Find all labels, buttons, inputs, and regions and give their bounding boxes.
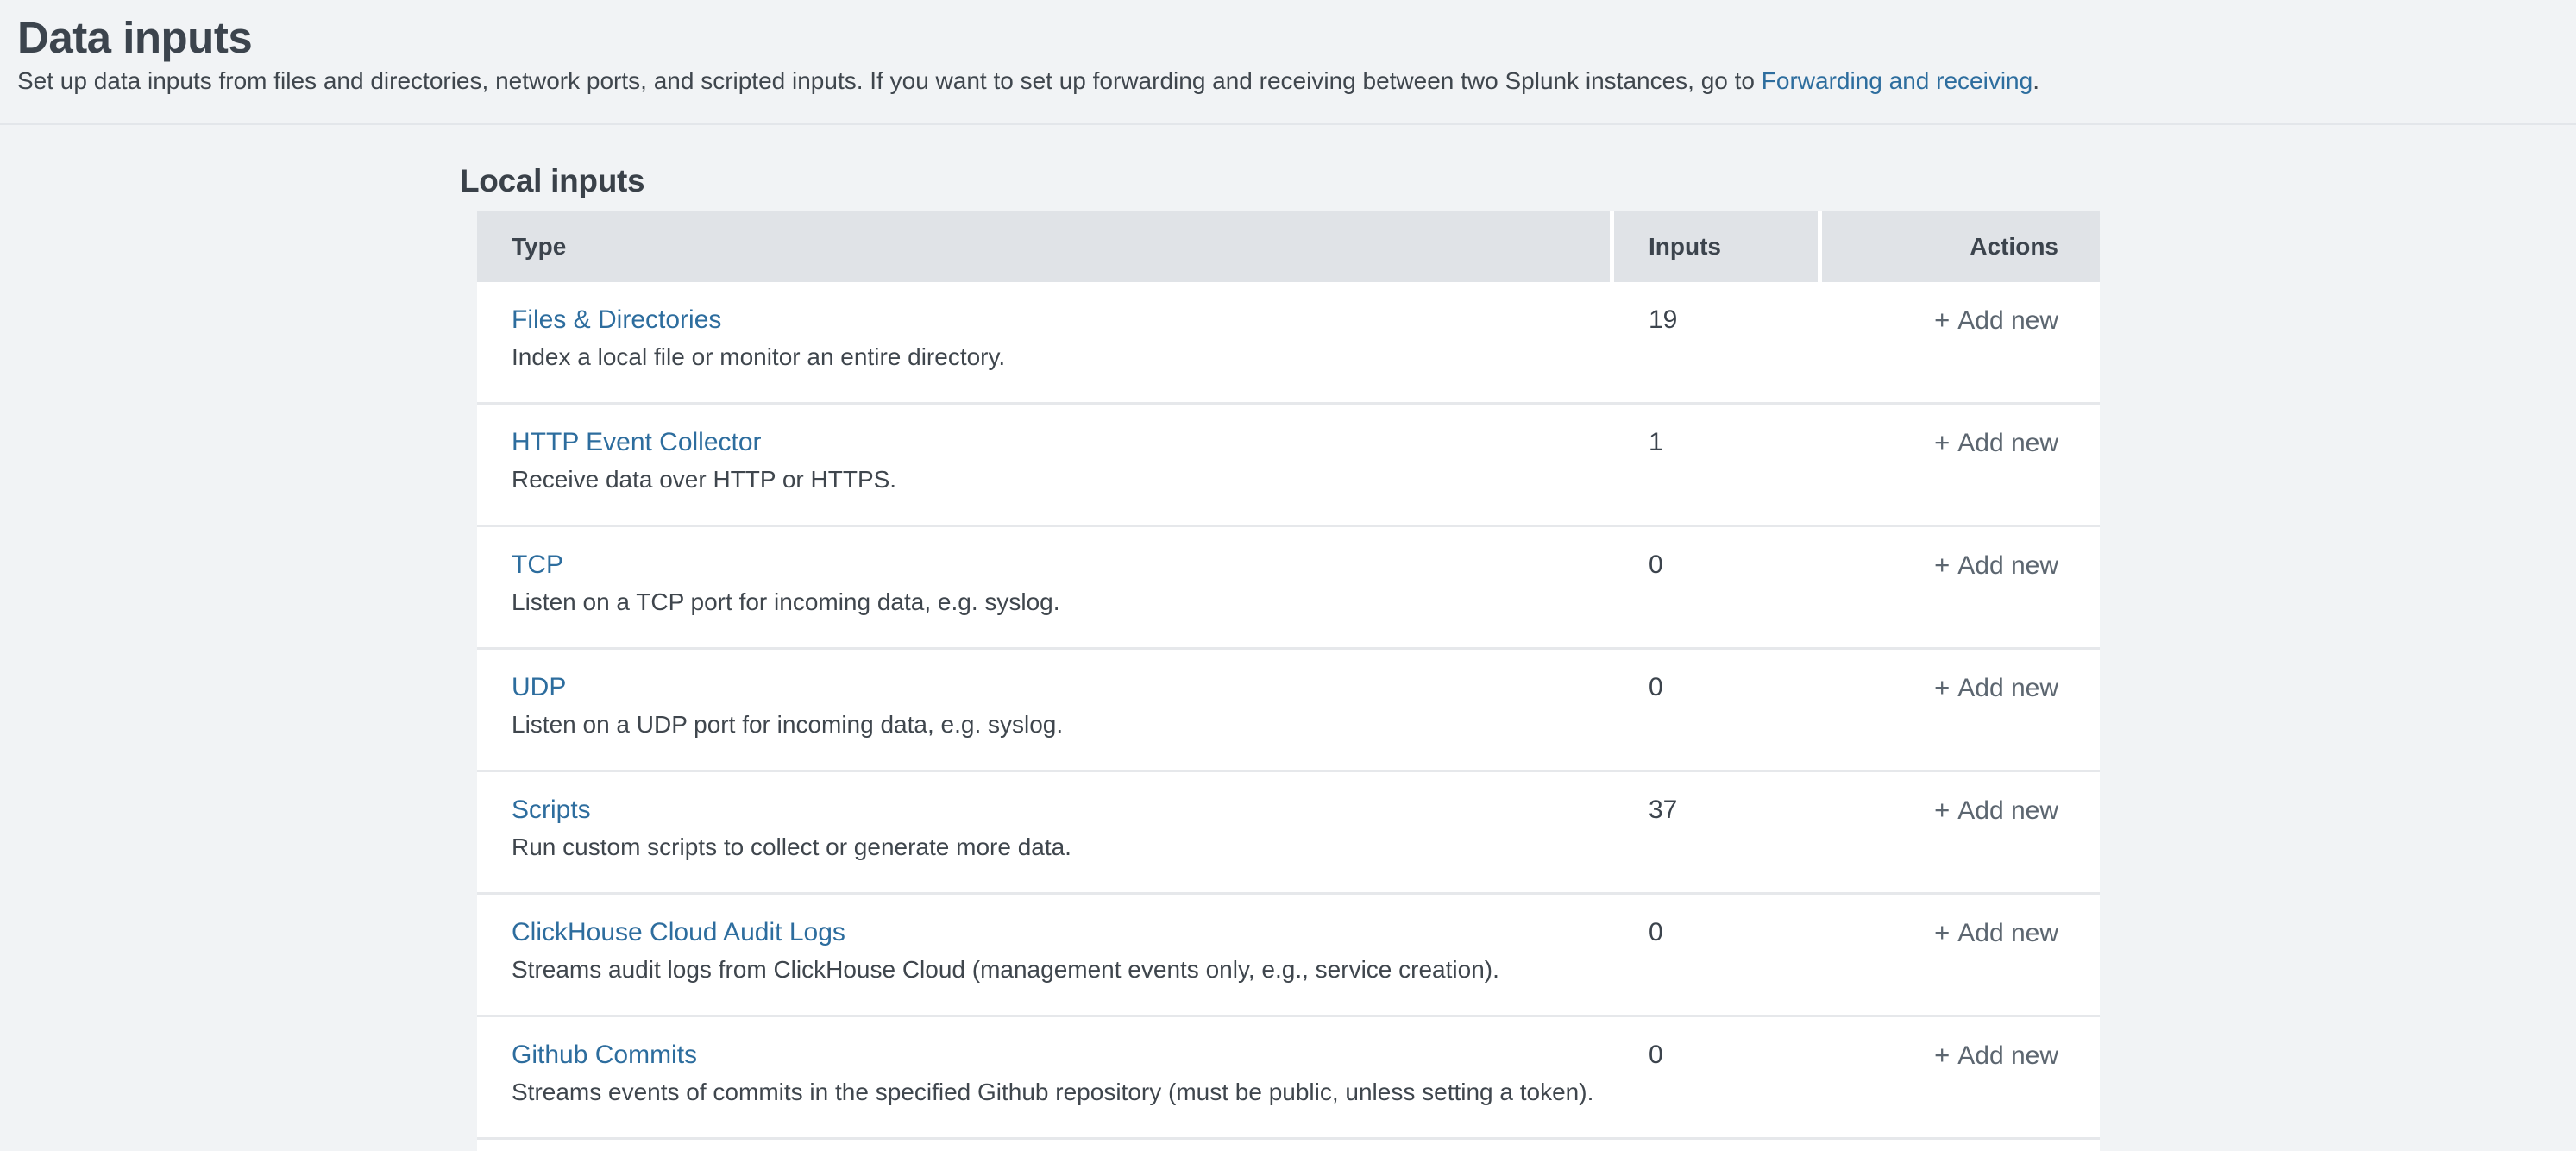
actions-cell: +Add new: [1822, 895, 2100, 1015]
page-header: Data inputs Set up data inputs from file…: [0, 0, 2576, 125]
input-type-link[interactable]: HTTP Event Collector: [512, 426, 762, 459]
column-header-inputs: Inputs: [1614, 211, 1818, 282]
type-cell: HTTP Event Collector Receive data over H…: [477, 405, 1614, 525]
add-new-button[interactable]: +Add new: [1934, 426, 2058, 460]
input-type-description: Receive data over HTTP or HTTPS.: [512, 465, 1614, 494]
plus-icon: +: [1934, 305, 1950, 335]
actions-cell: +Add new: [1822, 282, 2100, 402]
actions-cell: +Add new: [1822, 527, 2100, 647]
table-body: Files & Directories Index a local file o…: [477, 282, 2100, 1140]
add-new-label: Add new: [1957, 919, 2058, 947]
add-new-label: Add new: [1957, 796, 2058, 825]
input-type-description: Listen on a UDP port for incoming data, …: [512, 710, 1614, 739]
input-type-description: Index a local file or monitor an entire …: [512, 343, 1614, 372]
plus-icon: +: [1934, 1040, 1950, 1070]
add-new-button[interactable]: +Add new: [1934, 794, 2058, 827]
table-row: Files & Directories Index a local file o…: [477, 282, 2100, 405]
table-row: Scripts Run custom scripts to collect or…: [477, 772, 2100, 895]
inputs-count: 0: [1614, 1017, 1822, 1137]
add-new-label: Add new: [1957, 1041, 2058, 1070]
input-type-link[interactable]: Files & Directories: [512, 304, 721, 336]
inputs-count: 1: [1614, 405, 1822, 525]
type-cell: UDP Listen on a UDP port for incoming da…: [477, 650, 1614, 770]
input-type-description: Listen on a TCP port for incoming data, …: [512, 588, 1614, 617]
add-new-button[interactable]: +Add new: [1934, 916, 2058, 950]
input-type-link[interactable]: UDP: [512, 671, 566, 704]
table-row: Github Commits Streams events of commits…: [477, 1017, 2100, 1140]
subtitle-period: .: [2033, 67, 2039, 94]
type-cell: TCP Listen on a TCP port for incoming da…: [477, 527, 1614, 647]
local-inputs-heading: Local inputs: [460, 162, 2576, 200]
column-header-type: Type: [477, 211, 1610, 282]
add-new-button[interactable]: +Add new: [1934, 671, 2058, 705]
column-header-actions: Actions: [1822, 211, 2100, 282]
inputs-count: 0: [1614, 650, 1822, 770]
actions-cell: +Add new: [1822, 405, 2100, 525]
plus-icon: +: [1934, 917, 1950, 947]
type-cell: Scripts Run custom scripts to collect or…: [477, 772, 1614, 892]
type-cell: Github Commits Streams events of commits…: [477, 1017, 1614, 1137]
type-cell: Files & Directories Index a local file o…: [477, 282, 1614, 402]
add-new-label: Add new: [1957, 429, 2058, 457]
type-cell: ClickHouse Cloud Audit Logs Streams audi…: [477, 895, 1614, 1015]
table-row: UDP Listen on a UDP port for incoming da…: [477, 650, 2100, 772]
add-new-button[interactable]: +Add new: [1934, 304, 2058, 337]
table-row: HTTP Event Collector Receive data over H…: [477, 405, 2100, 527]
plus-icon: +: [1934, 427, 1950, 457]
actions-cell: +Add new: [1822, 772, 2100, 892]
actions-cell: +Add new: [1822, 1017, 2100, 1137]
local-inputs-table: Type Inputs Actions Files & Directories …: [477, 211, 2100, 1151]
page-title: Data inputs: [17, 12, 2576, 64]
table-row: ClickHouse Cloud Audit Logs Streams audi…: [477, 895, 2100, 1017]
input-type-description: Streams events of commits in the specifi…: [512, 1078, 1614, 1107]
forwarding-and-receiving-link[interactable]: Forwarding and receiving: [1762, 67, 2033, 94]
input-type-description: Run custom scripts to collect or generat…: [512, 833, 1614, 862]
add-new-label: Add new: [1957, 551, 2058, 580]
input-type-link[interactable]: Scripts: [512, 794, 591, 827]
add-new-button[interactable]: +Add new: [1934, 549, 2058, 582]
add-new-button[interactable]: +Add new: [1934, 1039, 2058, 1072]
table-row: TCP Listen on a TCP port for incoming da…: [477, 527, 2100, 650]
input-type-link[interactable]: TCP: [512, 549, 563, 582]
subtitle-text: Set up data inputs from files and direct…: [17, 67, 1762, 94]
plus-icon: +: [1934, 795, 1950, 825]
page-subtitle: Set up data inputs from files and direct…: [17, 64, 2576, 96]
input-type-description: Streams audit logs from ClickHouse Cloud…: [512, 955, 1614, 984]
plus-icon: +: [1934, 672, 1950, 702]
inputs-count: 19: [1614, 282, 1822, 402]
table-header-row: Type Inputs Actions: [477, 211, 2100, 282]
input-type-link[interactable]: ClickHouse Cloud Audit Logs: [512, 916, 845, 949]
actions-cell: +Add new: [1822, 650, 2100, 770]
add-new-label: Add new: [1957, 674, 2058, 702]
inputs-count: 37: [1614, 772, 1822, 892]
plus-icon: +: [1934, 550, 1950, 580]
partial-next-row: [477, 1140, 2100, 1151]
input-type-link[interactable]: Github Commits: [512, 1039, 697, 1072]
inputs-count: 0: [1614, 895, 1822, 1015]
add-new-label: Add new: [1957, 306, 2058, 335]
inputs-count: 0: [1614, 527, 1822, 647]
